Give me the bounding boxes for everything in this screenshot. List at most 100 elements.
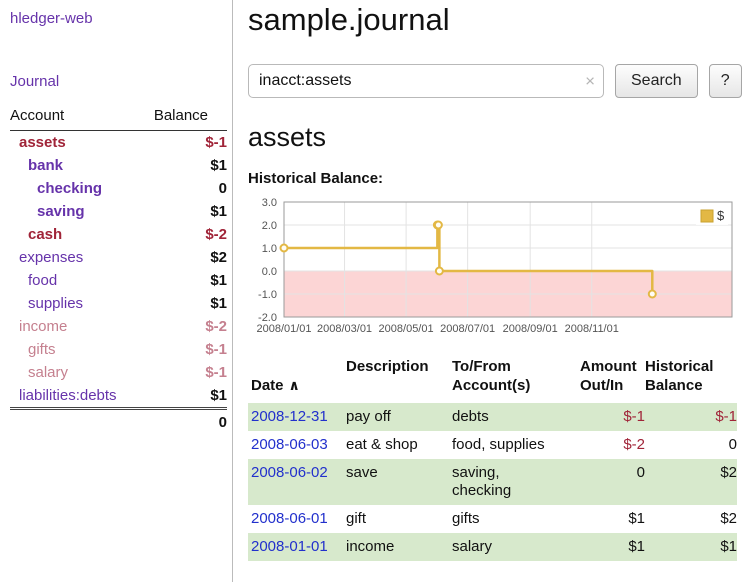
account-link[interactable]: supplies [10, 295, 83, 312]
account-row: expenses $2 [10, 246, 227, 269]
account-link[interactable]: assets [10, 134, 66, 151]
data-point-marker [281, 245, 288, 252]
account-row: gifts$-1 [10, 338, 227, 361]
account-link[interactable]: bank [10, 157, 63, 174]
sidebar-item-journal[interactable]: Journal [10, 73, 227, 90]
transaction-date-link[interactable]: 2008-06-03 [251, 436, 328, 453]
page-title: sample.journal [248, 2, 742, 38]
transaction-amount: $1 [580, 533, 645, 561]
account-link[interactable]: income [10, 318, 67, 335]
transaction-accounts: debts [452, 403, 580, 431]
transaction-date-cell: 2008-12-31 [248, 403, 346, 431]
transaction-accounts: food, supplies [452, 431, 580, 459]
transaction-balance: 0 [645, 431, 737, 459]
account-balance: $-2 [154, 315, 227, 338]
account-balance: $-2 [154, 223, 227, 246]
account-link[interactable]: checking [10, 180, 102, 197]
register-table: Date∧ Description To/From Account(s) Amo… [248, 356, 737, 561]
transaction-date-link[interactable]: 2008-06-02 [251, 464, 328, 481]
y-axis-tick-label: 0.0 [262, 266, 277, 278]
help-button[interactable]: ? [709, 64, 742, 98]
transaction-date-cell: 2008-06-01 [248, 505, 346, 533]
register-sort-date[interactable]: Date∧ [251, 377, 300, 394]
register-col-accounts: To/From Account(s) [452, 356, 580, 403]
transaction-date-cell: 2008-01-01 [248, 533, 346, 561]
account-link[interactable]: gifts [10, 341, 56, 358]
account-balance: $1 [154, 269, 227, 292]
account-row: food $1 [10, 269, 227, 292]
account-row: assets $-1 [10, 131, 227, 155]
account-link[interactable]: liabilities:debts [10, 387, 117, 404]
x-axis-tick-label: 2008/01/01 [256, 323, 311, 335]
register-header-row: Date∧ Description To/From Account(s) Amo… [248, 356, 737, 403]
accounts-total-balance: 0 [154, 409, 227, 435]
transaction-description: income [346, 533, 452, 561]
transaction-date-link[interactable]: 2008-12-31 [251, 408, 328, 425]
y-axis-tick-label: -1.0 [258, 289, 277, 301]
transaction-date-link[interactable]: 2008-06-01 [251, 510, 328, 527]
register-col-date-label: Date [251, 377, 284, 394]
account-balance: $2 [154, 246, 227, 269]
hledger-web-app: hledger-web Journal Account Balance asse… [0, 0, 742, 582]
account-link[interactable]: salary [10, 364, 68, 381]
data-point-marker [649, 291, 656, 298]
account-row: saving $1 [10, 200, 227, 223]
search-input[interactable] [248, 64, 604, 98]
register-row: 2008-01-01incomesalary$1$1 [248, 533, 737, 561]
x-axis-tick-label: 2008/05/01 [379, 323, 434, 335]
sidebar: hledger-web Journal Account Balance asse… [0, 0, 233, 582]
x-axis-tick-label: 2008/11/01 [565, 323, 619, 335]
accounts-total-row: 0 [10, 409, 227, 435]
data-point-marker [436, 268, 443, 275]
chart-title: Historical Balance: [248, 170, 742, 187]
register-col-balance: Historical Balance [645, 356, 737, 403]
accounts-table: Account Balance assets $-1 bank $1 checking 0… [10, 104, 227, 434]
account-balance: $1 [154, 154, 227, 177]
account-balance: 0 [154, 177, 227, 200]
register-row: 2008-12-31pay offdebts$-1$-1 [248, 403, 737, 431]
app-brand-link[interactable]: hledger-web [10, 10, 227, 27]
account-link[interactable]: expenses [10, 249, 83, 266]
transaction-amount: $-1 [580, 403, 645, 431]
register-table-body: 2008-12-31pay offdebts$-1$-1 2008-06-03 ea… [248, 403, 737, 561]
transaction-accounts: saving, checking [452, 459, 580, 505]
legend-swatch [701, 210, 713, 222]
x-axis-tick-label: 2008/03/01 [317, 323, 372, 335]
account-row: liabilities:debts $1 [10, 384, 227, 409]
search-button[interactable]: Search [615, 64, 698, 98]
account-link[interactable]: food [10, 272, 57, 289]
account-link[interactable]: cash [10, 226, 62, 243]
accounts-col-account: Account [10, 104, 154, 131]
transaction-date-link[interactable]: 2008-01-01 [251, 538, 328, 555]
account-row: bank $1 [10, 154, 227, 177]
account-balance: $1 [154, 292, 227, 315]
account-balance: $-1 [154, 131, 227, 155]
transaction-balance: $2 [645, 459, 737, 505]
account-link[interactable]: saving [10, 203, 85, 220]
transaction-amount: $1 [580, 505, 645, 533]
transaction-amount: 0 [580, 459, 645, 505]
account-row: income $-2 [10, 315, 227, 338]
transaction-description: eat & shop [346, 431, 452, 459]
account-heading: assets [248, 122, 742, 153]
register-col-description: Description [346, 356, 452, 403]
y-axis-tick-label: 3.0 [262, 197, 277, 209]
search-input-wrap: × [248, 64, 604, 98]
transaction-description: save [346, 459, 452, 505]
accounts-header-row: Account Balance [10, 104, 227, 131]
account-balance: $1 [154, 384, 227, 409]
transaction-date-cell: 2008-06-03 [248, 431, 346, 459]
register-row: 2008-06-03 eat & shopfood, supplies$-20 [248, 431, 737, 459]
clear-search-icon[interactable]: × [585, 73, 595, 90]
y-axis-tick-label: 1.0 [262, 243, 277, 255]
accounts-total-spacer [10, 409, 154, 435]
register-row: 2008-06-02 savesaving, checking0$2 [248, 459, 737, 505]
account-row: cash $-2 [10, 223, 227, 246]
transaction-amount: $-2 [580, 431, 645, 459]
transaction-balance: $1 [645, 533, 737, 561]
account-row: checking 0 [10, 177, 227, 200]
account-balance: $-1 [154, 361, 227, 384]
account-balance: $1 [154, 200, 227, 223]
data-point-marker [435, 222, 442, 229]
y-axis-tick-label: 2.0 [262, 220, 277, 232]
